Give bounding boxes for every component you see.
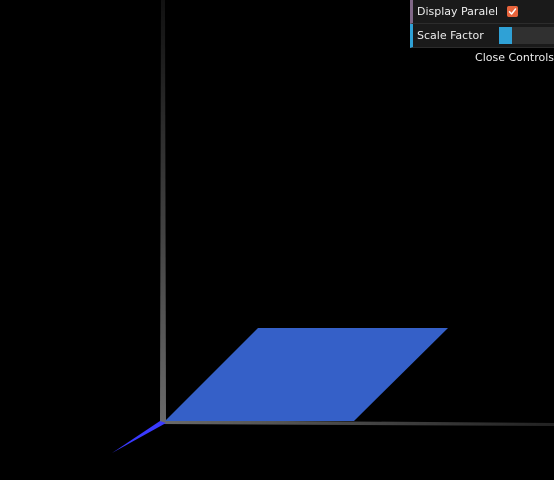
scale-factor-slider[interactable] xyxy=(498,27,554,44)
controls-panel: Display Paralel Scale Factor Close Contr… xyxy=(410,0,554,68)
close-controls-button[interactable]: Close Controls xyxy=(410,48,554,68)
3d-viewport[interactable] xyxy=(0,0,554,480)
scale-factor-slider-fill xyxy=(498,27,513,44)
display-paralel-label: Display Paralel xyxy=(417,5,497,18)
parallelogram xyxy=(165,328,448,421)
display-paralel-checkbox[interactable] xyxy=(507,6,518,17)
scale-factor-label: Scale Factor xyxy=(417,29,484,42)
y-axis xyxy=(160,0,166,422)
display-paralel-row[interactable]: Display Paralel xyxy=(410,0,554,24)
z-vector xyxy=(112,421,166,453)
scale-factor-row[interactable]: Scale Factor xyxy=(410,24,554,48)
checkmark-icon xyxy=(508,8,517,15)
scene-canvas[interactable] xyxy=(0,0,554,480)
